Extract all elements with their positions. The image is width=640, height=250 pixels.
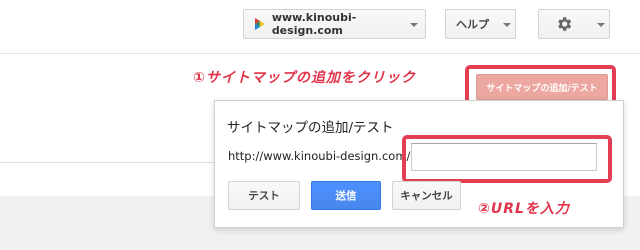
cancel-button[interactable]: キャンセル — [392, 181, 461, 210]
help-button[interactable]: ヘルプ — [445, 9, 516, 39]
site-selector-label: www.kinoubi-design.com — [271, 11, 357, 37]
chevron-down-icon — [597, 23, 605, 27]
annotation-step2: ②URLを入力 — [478, 201, 570, 217]
site-selector-button[interactable]: www.kinoubi-design.com — [243, 9, 426, 39]
header-divider — [0, 53, 640, 54]
settings-button[interactable] — [538, 9, 610, 39]
dialog-title: サイトマップの追加/テスト — [227, 120, 394, 136]
chevron-down-icon — [503, 23, 511, 27]
gear-icon — [558, 17, 572, 31]
help-label: ヘルプ — [456, 18, 489, 31]
add-test-sitemap-button[interactable]: サイトマップの追加/テスト — [476, 74, 608, 100]
highlight-url-input — [402, 135, 612, 183]
url-prefix-label: http://www.kinoubi-design.com/ — [228, 149, 411, 163]
site-logo-icon — [254, 18, 265, 30]
chevron-down-icon — [410, 23, 418, 27]
submit-button[interactable]: 送信 — [311, 181, 381, 210]
content-divider — [0, 162, 230, 163]
annotation-step1: ①サイトマップの追加をクリック — [193, 70, 416, 86]
test-button[interactable]: テスト — [228, 181, 300, 210]
search-console-page: www.kinoubi-design.com ヘルプ ①サイトマップの追加をクリ… — [0, 0, 640, 250]
